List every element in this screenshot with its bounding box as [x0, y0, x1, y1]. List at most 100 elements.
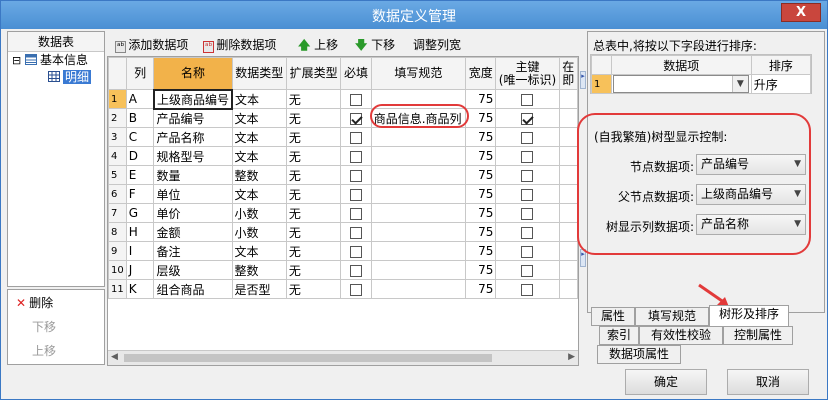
cell-extra[interactable] — [558, 184, 578, 204]
cell-extra[interactable] — [558, 241, 578, 261]
col-header-column[interactable]: 列 — [125, 57, 155, 90]
cell-width[interactable]: 75 — [465, 127, 497, 147]
cell-ext[interactable]: 无 — [285, 146, 342, 166]
cell-column[interactable]: A — [125, 89, 155, 109]
checkbox[interactable] — [521, 188, 534, 201]
cell-width[interactable]: 75 — [465, 108, 497, 128]
cell-extra[interactable] — [558, 89, 578, 109]
cell-key[interactable] — [495, 146, 560, 166]
cell-name[interactable]: 备注 — [153, 241, 233, 261]
cell-key[interactable] — [495, 165, 560, 185]
cell-width[interactable]: 75 — [465, 146, 497, 166]
cell-type[interactable]: 文本 — [231, 89, 287, 109]
checkbox[interactable] — [521, 150, 534, 163]
cell-required[interactable] — [340, 203, 372, 223]
checkbox[interactable] — [350, 245, 363, 258]
cell-extra[interactable] — [558, 127, 578, 147]
cell-rule[interactable] — [370, 279, 467, 299]
cell-required[interactable] — [340, 260, 372, 280]
checkbox[interactable] — [521, 283, 534, 296]
cell-name[interactable]: 规格型号 — [153, 146, 233, 166]
cell-column[interactable]: E — [125, 165, 155, 185]
scroll-left-icon[interactable]: ◀ — [111, 352, 118, 362]
col-header-rule[interactable]: 填写规范 — [370, 57, 467, 90]
cell-required[interactable] — [340, 184, 372, 204]
table-row[interactable]: 8 H 金额 小数无 75 — [108, 222, 578, 242]
cell-type[interactable]: 小数 — [231, 222, 287, 242]
tree-item-basic-info[interactable]: ⊟ 基本信息 — [8, 52, 104, 69]
cell-width[interactable]: 75 — [465, 222, 497, 242]
checkbox[interactable] — [350, 150, 363, 163]
cell-extra[interactable] — [558, 146, 578, 166]
chevron-down-icon[interactable]: ▼ — [731, 76, 748, 92]
checkbox[interactable] — [521, 93, 534, 106]
checkbox[interactable] — [350, 188, 363, 201]
move-up-table-button[interactable]: 上移 — [8, 340, 104, 364]
cell-extra[interactable] — [558, 279, 578, 299]
cell-width[interactable]: 75 — [465, 203, 497, 223]
scroll-thumb[interactable] — [124, 354, 492, 362]
cell-required[interactable] — [340, 222, 372, 242]
cell-width[interactable]: 75 — [465, 241, 497, 261]
cell-key[interactable] — [495, 184, 560, 204]
ok-button[interactable]: 确定 — [625, 369, 707, 395]
cell-type[interactable]: 整数 — [231, 165, 287, 185]
cell-rule[interactable] — [370, 222, 467, 242]
cell-required[interactable] — [340, 108, 372, 128]
move-down-table-button[interactable]: 下移 — [8, 316, 104, 340]
cell-type[interactable]: 是否型 — [231, 279, 287, 299]
col-header-width[interactable]: 宽度 — [465, 57, 497, 90]
table-row[interactable]: 10 J 层级 整数无 75 — [108, 260, 578, 280]
cell-column[interactable]: J — [125, 260, 155, 280]
cell-rule[interactable] — [370, 241, 467, 261]
cell-ext[interactable]: 无 — [285, 89, 342, 109]
cell-key[interactable] — [495, 260, 560, 280]
cell-column[interactable]: B — [125, 108, 155, 128]
cell-name[interactable]: 上级商品编号 — [152, 88, 234, 110]
table-row[interactable]: 6 F 单位 文本无 75 — [108, 184, 578, 204]
cell-ext[interactable]: 无 — [285, 241, 342, 261]
cell-column[interactable]: I — [125, 241, 155, 261]
tree-item-detail[interactable]: 明细 — [8, 69, 104, 86]
checkbox[interactable] — [350, 93, 363, 106]
cell-name[interactable]: 单位 — [153, 184, 233, 204]
table-row[interactable]: 11 K 组合商品 是否型无 75 — [108, 279, 578, 299]
cell-type[interactable]: 整数 — [231, 260, 287, 280]
tab-tree-sort[interactable]: 树形及排序 — [709, 305, 789, 326]
cell-key[interactable] — [495, 108, 560, 128]
col-header-required[interactable]: 必填 — [340, 57, 372, 90]
checkbox[interactable] — [350, 131, 363, 144]
table-row[interactable]: 3 C 产品名称 文本无 75 — [108, 127, 578, 147]
cell-type[interactable]: 文本 — [231, 146, 287, 166]
scroll-right-icon[interactable]: ▶ — [568, 352, 575, 362]
move-up-button[interactable]: 🡅 上移 — [298, 36, 338, 57]
cell-rule[interactable] — [370, 260, 467, 280]
col-header-ext[interactable]: 扩展类型 — [285, 57, 342, 90]
col-header-key[interactable]: 主键 (唯一标识) — [495, 57, 560, 90]
cell-key[interactable] — [495, 203, 560, 223]
cell-width[interactable]: 75 — [465, 184, 497, 204]
cell-column[interactable]: G — [125, 203, 155, 223]
sort-field-select[interactable]: ▼ — [612, 75, 749, 93]
cell-name[interactable]: 数量 — [153, 165, 233, 185]
cell-ext[interactable]: 无 — [285, 260, 342, 280]
cell-type[interactable]: 文本 — [231, 184, 287, 204]
checkbox[interactable] — [350, 169, 363, 182]
table-row[interactable]: 2 B 产品编号 文本无商品信息.商品列 75 — [108, 108, 578, 128]
tab-index[interactable]: 索引 — [599, 326, 639, 345]
cell-ext[interactable]: 无 — [285, 127, 342, 147]
table-row[interactable]: 5 E 数量 整数无 75 — [108, 165, 578, 185]
checkbox[interactable] — [350, 226, 363, 239]
checkbox[interactable] — [521, 245, 534, 258]
cancel-button[interactable]: 取消 — [727, 369, 809, 395]
checkbox[interactable] — [521, 169, 534, 182]
checkbox[interactable] — [521, 131, 534, 144]
checkbox[interactable] — [350, 264, 363, 277]
checkbox[interactable] — [350, 112, 363, 125]
col-header-type[interactable]: 数据类型 — [231, 57, 287, 90]
col-header-extra[interactable]: 在 即 — [558, 57, 578, 90]
cell-width[interactable]: 75 — [465, 279, 497, 299]
cell-name[interactable]: 金额 — [153, 222, 233, 242]
cell-key[interactable] — [495, 89, 560, 109]
col-header-name[interactable]: 名称 — [153, 57, 233, 90]
